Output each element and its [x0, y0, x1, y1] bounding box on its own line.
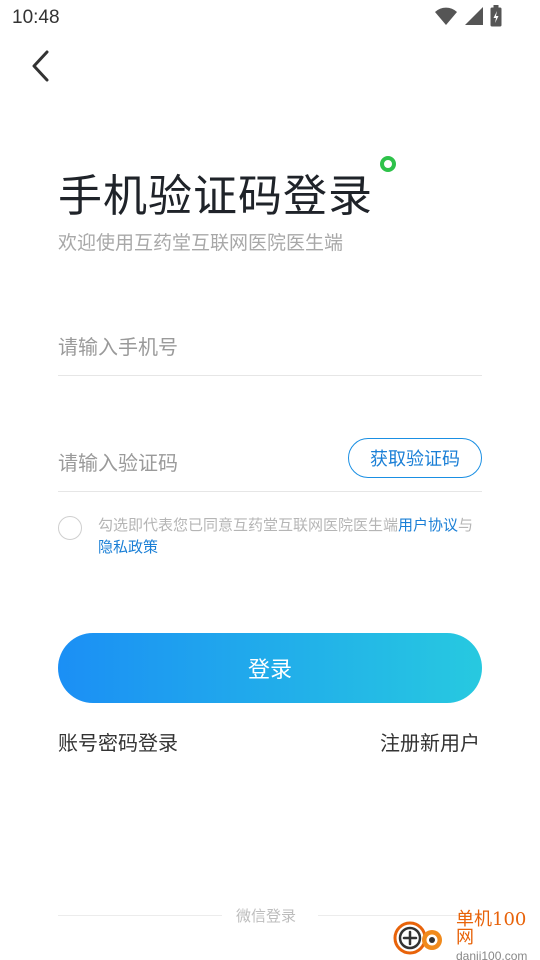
divider-left [58, 915, 222, 916]
password-login-link[interactable]: 账号密码登录 [58, 727, 178, 756]
status-bar: 10:48 [0, 0, 540, 36]
signal-icon [464, 6, 484, 30]
page-subtitle: 欢迎使用互药堂互联网医院医生端 [58, 232, 344, 254]
watermark-name: 单机100网 [456, 908, 527, 948]
login-button[interactable]: 登录 [58, 633, 482, 703]
wifi-icon [434, 6, 458, 30]
user-agreement-link[interactable]: 用户协议 [398, 516, 458, 534]
watermark-domain: danji100.com [456, 948, 528, 960]
battery-charging-icon [490, 5, 502, 31]
agreement-checkbox[interactable] [58, 516, 82, 540]
chevron-left-icon [29, 49, 51, 87]
phone-input[interactable] [58, 318, 482, 375]
agreement-prefix: 勾选即代表您已同意互药堂互联网医院医生端 [98, 516, 399, 534]
watermark-logo-icon [392, 914, 452, 958]
agreement-joiner: 与 [458, 516, 474, 534]
watermark: 单机100网 danji100.com [392, 908, 540, 960]
wechat-login-link[interactable]: 微信登录 [236, 905, 296, 926]
privacy-policy-link[interactable]: 隐私政策 [98, 538, 158, 556]
decorative-dot-icon [380, 156, 396, 172]
code-field-wrapper: 获取验证码 [58, 434, 482, 492]
status-time: 10:48 [12, 7, 60, 28]
page-title: 手机验证码登录 [58, 171, 373, 222]
get-code-button[interactable]: 获取验证码 [348, 438, 482, 478]
register-link[interactable]: 注册新用户 [380, 727, 480, 756]
verification-code-input[interactable] [58, 434, 338, 491]
back-button[interactable] [22, 48, 58, 88]
status-icons [434, 5, 502, 31]
phone-field-wrapper [58, 318, 482, 376]
agreement-text: 勾选即代表您已同意互药堂互联网医院医生端用户协议与隐私政策 [98, 514, 482, 558]
